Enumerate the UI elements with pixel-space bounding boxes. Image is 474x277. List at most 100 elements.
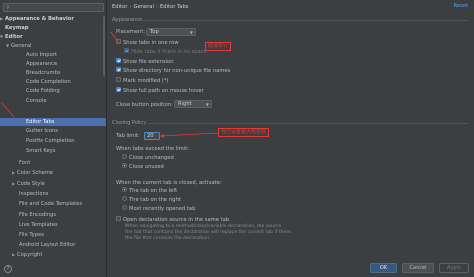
- sidebar-item-label: Appearance: [26, 61, 58, 67]
- sidebar-item-code-style[interactable]: ▶ Code Style: [0, 180, 106, 188]
- radio-label: Close unchanged: [129, 155, 174, 161]
- sidebar-item-code-folding[interactable]: Code Folding: [0, 87, 106, 95]
- open-declaration-same-tab-checkbox[interactable]: Open declaration source in the same tab: [116, 216, 229, 224]
- checkbox-label: Show tabs in one row: [123, 40, 179, 46]
- settings-sidebar: ⚲ ▶ Appearance & Behavior Keymap ▼ Editor …: [0, 0, 107, 277]
- checkbox-label: Hide tabs if there is no space: [131, 49, 207, 55]
- checkbox-label: Open declaration source in the same tab: [123, 217, 230, 223]
- radio-label: Close unused: [129, 164, 164, 170]
- sidebar-item-editor[interactable]: ▼ Editor: [0, 33, 106, 41]
- sidebar-item-general[interactable]: ▼ General: [0, 42, 106, 50]
- sidebar-item-label: Inspections: [19, 191, 49, 197]
- chevron-down-icon: ▼: [189, 30, 193, 35]
- sidebar-item-copyright[interactable]: ▶ Copyright: [0, 251, 106, 259]
- radio-button[interactable]: [122, 196, 127, 201]
- cancel-button[interactable]: Cancel: [402, 263, 434, 273]
- mark-modified-checkbox[interactable]: Mark modified (*): [116, 77, 168, 85]
- annotation-one-row: 取消单行: [205, 42, 232, 51]
- sidebar-item-label: Breadcrumbs: [26, 70, 61, 76]
- sidebar-item-label: Editor: [5, 34, 23, 40]
- sidebar-scrollbar[interactable]: [103, 16, 105, 76]
- apply-button[interactable]: Apply: [439, 263, 469, 273]
- appearance-section-title: Appearance: [112, 17, 143, 23]
- sidebar-item-label: Code Folding: [26, 88, 60, 94]
- radio-button[interactable]: [122, 187, 127, 192]
- sidebar-item-auto-import[interactable]: Auto Import: [0, 51, 106, 59]
- checkbox-box[interactable]: [116, 39, 121, 44]
- open-declaration-note: When navigating to a method/class/variab…: [125, 224, 291, 242]
- sidebar-item-postfix-completion[interactable]: Postfix Completion: [0, 137, 106, 145]
- sidebar-item-font[interactable]: Font: [0, 159, 106, 167]
- section-divider: [140, 20, 468, 21]
- checkbox-box[interactable]: [116, 67, 121, 72]
- radio-label: The tab on the left: [129, 188, 178, 194]
- section-divider: [144, 123, 468, 124]
- placement-label: Placement:: [116, 29, 146, 35]
- tab-limit-input[interactable]: 20: [144, 132, 160, 140]
- when-tab-closed-label: When the current tab is closed, activate…: [116, 180, 222, 186]
- show-tabs-one-row-checkbox[interactable]: Show tabs in one row: [116, 39, 179, 47]
- sidebar-item-appearance-behavior[interactable]: ▶ Appearance & Behavior: [0, 15, 106, 23]
- checkbox-box[interactable]: [124, 48, 129, 53]
- sidebar-item-appearance[interactable]: Appearance: [0, 60, 106, 68]
- placement-value: Top: [150, 29, 159, 35]
- checkbox-box[interactable]: [116, 216, 121, 221]
- breadcrumb-editor-tabs: Editor Tabs: [159, 4, 189, 10]
- note-line: the file that contains the declaration.: [125, 236, 211, 241]
- sidebar-item-label: Android Layout Editor: [19, 242, 76, 248]
- help-icon[interactable]: ?: [4, 265, 12, 273]
- sidebar-item-color-scheme[interactable]: ▶ Color Scheme: [0, 169, 106, 177]
- sidebar-item-label: Postfix Completion: [26, 138, 75, 144]
- sidebar-item-file-code-templates[interactable]: File and Code Templates: [0, 200, 106, 208]
- sidebar-item-label: Code Style: [17, 181, 45, 187]
- close-button-position-label: Close button position:: [116, 102, 173, 108]
- close-button-position-select[interactable]: Right ▼: [174, 100, 212, 108]
- checkbox-box[interactable]: [116, 58, 121, 63]
- most-recent-tab-radio[interactable]: Most recently opened tab: [122, 205, 195, 213]
- sidebar-item-label: Font: [19, 160, 31, 166]
- checkbox-box[interactable]: [116, 87, 121, 92]
- search-icon: ⚲: [6, 5, 10, 11]
- sidebar-item-label: Copyright: [17, 252, 43, 258]
- sidebar-item-label: Auto Import: [26, 52, 57, 58]
- sidebar-item-gutter-icons[interactable]: Gutter Icons: [0, 127, 106, 135]
- sidebar-item-keymap[interactable]: Keymap: [0, 24, 106, 32]
- tab-on-left-radio[interactable]: The tab on the left: [122, 187, 177, 195]
- settings-search-input[interactable]: ⚲: [3, 3, 104, 12]
- reset-link[interactable]: Reset: [454, 3, 469, 9]
- close-unused-radio[interactable]: Close unused: [122, 163, 164, 171]
- closing-policy-section-title: Closing Policy: [112, 120, 147, 126]
- sidebar-item-label: General: [11, 43, 32, 49]
- checkbox-label: Show directory for non-unique file names: [123, 68, 231, 74]
- sidebar-item-console[interactable]: Console: [0, 97, 106, 105]
- radio-button[interactable]: [122, 154, 127, 159]
- sidebar-item-label: Console: [26, 98, 47, 104]
- sidebar-item-label: Live Templates: [19, 222, 58, 228]
- tab-on-right-radio[interactable]: The tab on the right: [122, 196, 181, 204]
- radio-label: Most recently opened tab: [129, 206, 196, 212]
- show-file-extension-checkbox[interactable]: Show file extension: [116, 58, 173, 66]
- sidebar-item-label: Smart Keys: [26, 148, 56, 154]
- show-directory-checkbox[interactable]: Show directory for non-unique file names: [116, 67, 230, 75]
- sidebar-item-editor-tabs[interactable]: Editor Tabs: [0, 118, 106, 126]
- sidebar-item-inspections[interactable]: Inspections: [0, 190, 106, 198]
- show-full-path-checkbox[interactable]: Show full path on mouse hover: [116, 87, 204, 95]
- sidebar-item-label: File and Code Templates: [19, 201, 83, 207]
- hide-tabs-no-space-checkbox[interactable]: Hide tabs if there is no space: [124, 48, 207, 56]
- radio-button[interactable]: [122, 163, 127, 168]
- close-unchanged-radio[interactable]: Close unchanged: [122, 154, 174, 162]
- checkbox-box[interactable]: [116, 77, 121, 82]
- placement-select[interactable]: Top ▼: [146, 28, 196, 36]
- sidebar-item-file-types[interactable]: File Types: [0, 231, 106, 239]
- sidebar-item-smart-keys[interactable]: Smart Keys: [0, 147, 106, 155]
- sidebar-item-code-completion[interactable]: Code Completion: [0, 78, 106, 86]
- annotation-tab-limit: 自己设置最大标签数: [218, 128, 270, 137]
- sidebar-item-live-templates[interactable]: Live Templates: [0, 221, 106, 229]
- ok-button[interactable]: OK: [370, 263, 397, 273]
- breadcrumb-general: General: [133, 4, 154, 10]
- settings-main-panel: Editor › General › Editor Tabs Reset Appeara…: [108, 0, 474, 277]
- radio-button[interactable]: [122, 205, 127, 210]
- sidebar-item-breadcrumbs[interactable]: Breadcrumbs: [0, 69, 106, 77]
- sidebar-item-android-layout-editor[interactable]: Android Layout Editor: [0, 241, 106, 249]
- sidebar-item-file-encodings[interactable]: File Encodings: [0, 211, 106, 219]
